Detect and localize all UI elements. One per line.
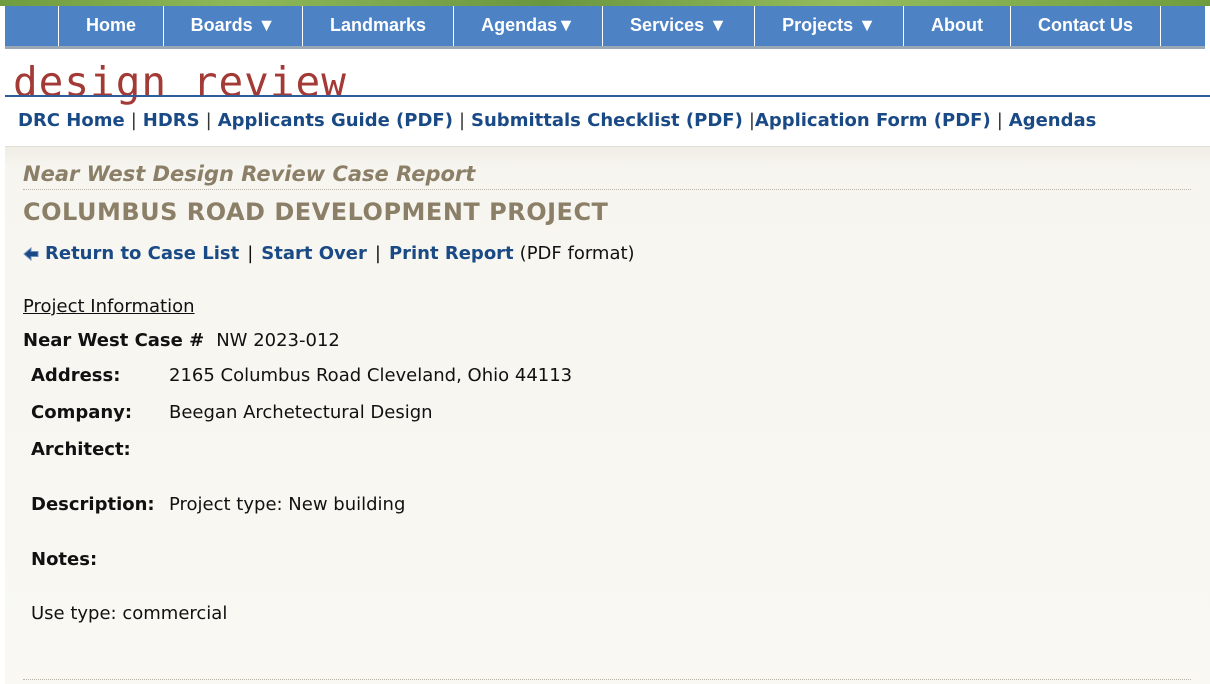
design-review-links: DRC Home | HDRS | Applicants Guide (PDF) | Sub…	[18, 110, 1096, 131]
link-separator: |	[748, 110, 755, 131]
description-label: Description:	[31, 494, 155, 515]
address-row: Address: 2165 Columbus Road Cleveland, Oh…	[31, 365, 572, 386]
link-applicants-guide[interactable]: Applicants Guide (PDF)	[218, 110, 453, 131]
address-label: Address:	[31, 365, 121, 386]
description-value: Project type: New building	[169, 494, 406, 515]
report-actions: Return to Case List | Start Over | Print…	[23, 243, 635, 264]
page-title: COLUMBUS ROAD DEVELOPMENT PROJECT	[23, 198, 609, 226]
nav-boards[interactable]: Boards ▼	[164, 6, 303, 46]
link-separator: |	[374, 243, 381, 264]
architect-row: Architect:	[31, 439, 169, 460]
link-separator: |	[458, 110, 466, 131]
dotted-divider	[23, 189, 1191, 190]
address-value: 2165 Columbus Road Cleveland, Ohio 44113	[169, 365, 573, 386]
company-label: Company:	[31, 402, 133, 423]
link-separator: |	[130, 110, 137, 131]
nav-landmarks[interactable]: Landmarks	[303, 6, 454, 46]
link-separator: |	[996, 110, 1003, 131]
link-hdrs[interactable]: HDRS	[143, 110, 200, 131]
report-subtitle: Near West Design Review Case Report	[23, 162, 476, 186]
back-arrow-icon	[23, 246, 39, 261]
nav-home[interactable]: Home	[59, 6, 164, 46]
print-format-note: (PDF format)	[519, 243, 635, 264]
nav-services[interactable]: Services ▼	[603, 6, 755, 46]
company-row: Company: Beegan Archetectural Design	[31, 402, 433, 423]
link-agendas[interactable]: Agendas	[1009, 110, 1097, 131]
link-drc-home[interactable]: DRC Home	[18, 110, 125, 131]
link-submittals-checklist[interactable]: Submittals Checklist (PDF)	[471, 110, 743, 131]
use-type-text: Use type: commercial	[31, 603, 228, 624]
case-number-value: NW 2023-012	[216, 330, 340, 351]
nav-projects[interactable]: Projects ▼	[755, 6, 904, 46]
nav-about[interactable]: About	[904, 6, 1011, 46]
link-application-form[interactable]: Application Form (PDF)	[755, 110, 991, 131]
company-value: Beegan Archetectural Design	[169, 402, 433, 423]
architect-label: Architect:	[31, 439, 131, 460]
main-navigation: Home Boards ▼ Landmarks Agendas▼ Service…	[5, 6, 1205, 49]
notes-row: Notes:	[31, 549, 169, 570]
nav-filler	[1161, 6, 1205, 46]
design-review-logo[interactable]: design review	[13, 58, 347, 106]
dotted-divider	[23, 679, 1191, 680]
case-number-line: Near West Case # NW 2023-012	[23, 330, 340, 351]
notes-label: Notes:	[31, 549, 98, 570]
start-over-link[interactable]: Start Over	[261, 243, 367, 264]
nav-agendas[interactable]: Agendas▼	[454, 6, 603, 46]
nav-spacer	[5, 6, 59, 46]
print-report-link[interactable]: Print Report	[389, 243, 514, 264]
project-information-heading: Project Information	[23, 296, 195, 317]
case-number-label: Near West Case #	[23, 330, 205, 351]
case-report-panel: Near West Design Review Case Report COLU…	[5, 146, 1210, 684]
link-separator: |	[247, 243, 254, 264]
link-separator: |	[205, 110, 212, 131]
description-row: Description: Project type: New building	[31, 494, 405, 515]
return-to-case-list-link[interactable]: Return to Case List	[45, 243, 239, 264]
nav-contact-us[interactable]: Contact Us	[1011, 6, 1161, 46]
header-divider	[5, 95, 1210, 97]
